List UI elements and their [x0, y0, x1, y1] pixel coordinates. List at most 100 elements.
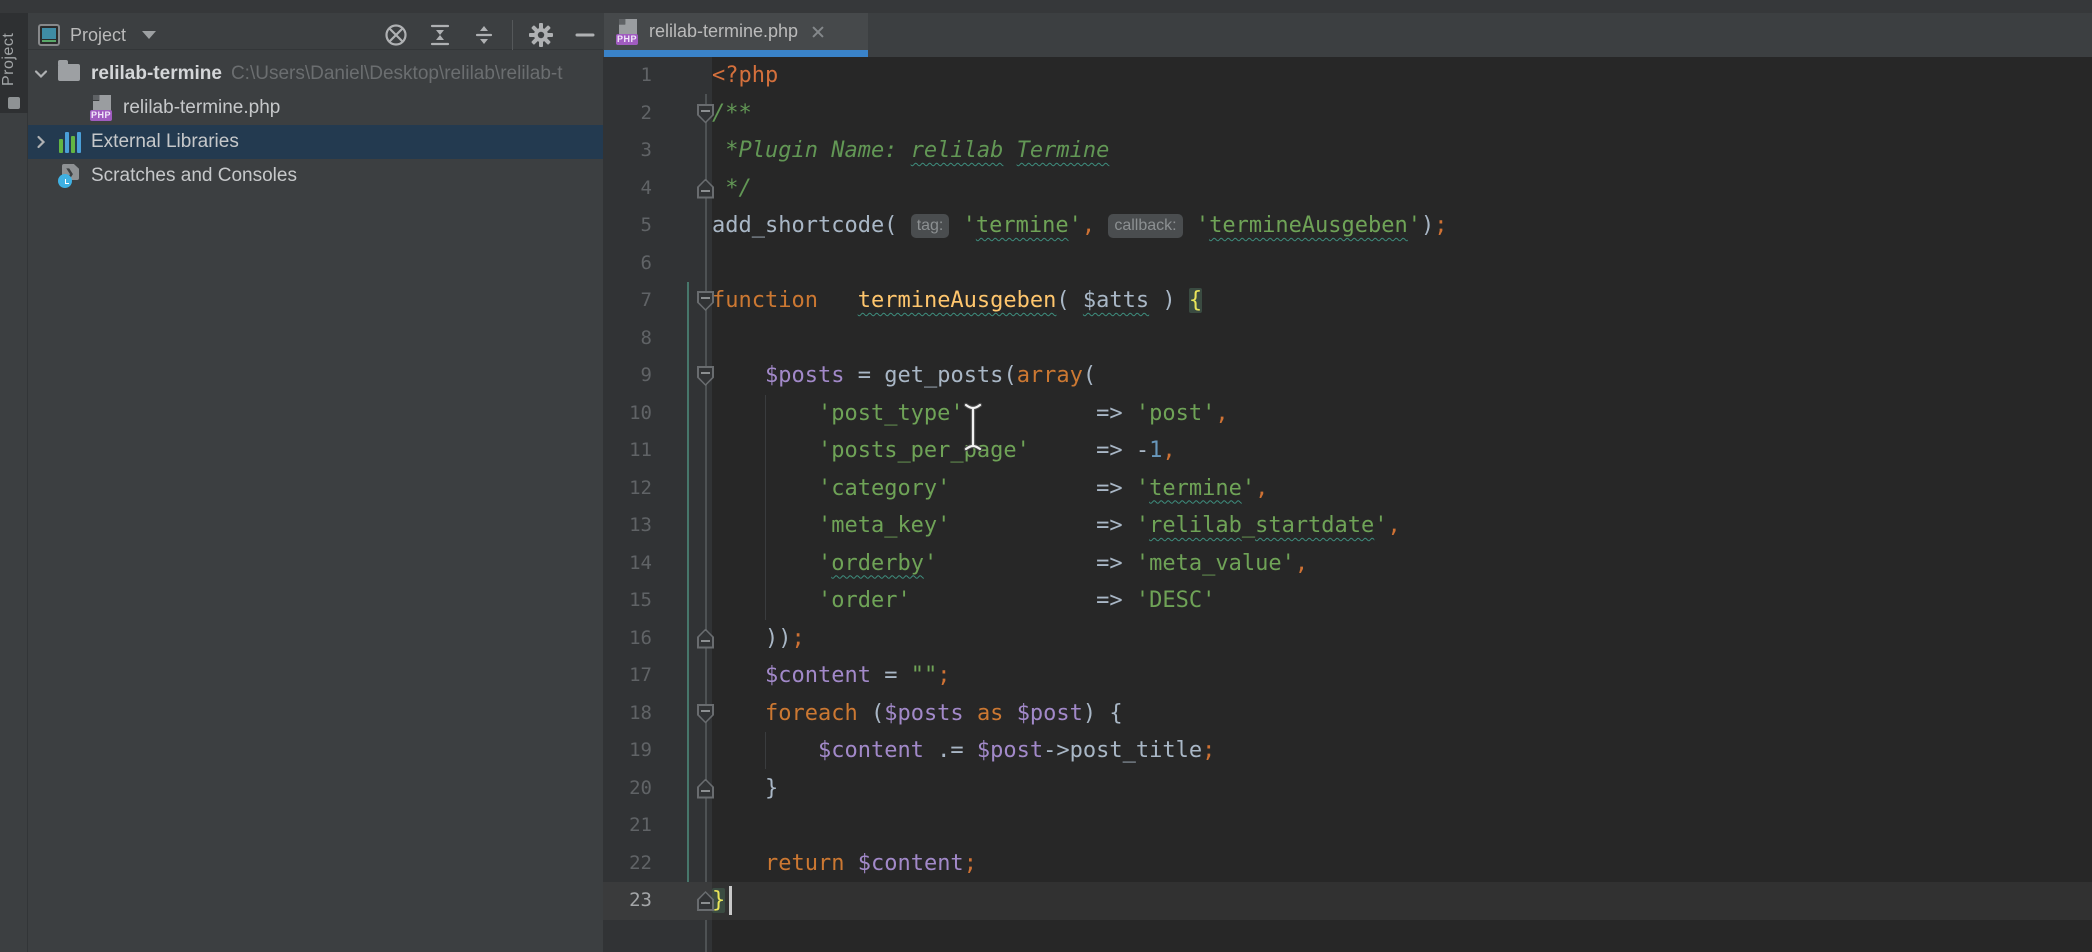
code-line-20[interactable]: 20 }	[603, 770, 2092, 808]
tree-item-label: Scratches and Consoles	[91, 165, 297, 187]
tree-item-label: External Libraries	[91, 131, 239, 153]
code-line-7[interactable]: 7function termineAusgeben( $atts ) {	[603, 282, 2092, 320]
collapse-all-icon[interactable]	[469, 20, 499, 50]
ide-window: Project	[0, 0, 2092, 952]
title-bar	[0, 0, 2092, 13]
code-text: add_shortcode( tag: 'termine', callback:…	[712, 207, 2092, 245]
code-text: 'order' => 'DESC'	[712, 582, 2092, 620]
fold-marker[interactable]	[697, 891, 714, 911]
library-icon	[58, 129, 82, 155]
fold-marker[interactable]	[697, 704, 714, 724]
line-number: 20	[603, 770, 712, 808]
fold-marker[interactable]	[697, 366, 714, 386]
close-icon[interactable]	[811, 25, 825, 39]
text-caret	[729, 886, 732, 915]
code-line-4[interactable]: 4 */	[603, 170, 2092, 208]
code-line-19[interactable]: 19 $content .= $post->post_title;	[603, 732, 2092, 770]
code-line-5[interactable]: 5add_shortcode( tag: 'termine', callback…	[603, 207, 2092, 245]
code-line-14[interactable]: 14 'orderby' => 'meta_value',	[603, 545, 2092, 583]
code-line-18[interactable]: 18 foreach ($posts as $post) {	[603, 695, 2092, 733]
tree-item-label: relilab-termine.php	[123, 97, 280, 119]
stripe-project-label: Project	[0, 21, 28, 97]
code-line-12[interactable]: 12 'category' => 'termine',	[603, 470, 2092, 508]
code-text: $posts = get_posts(array(	[712, 357, 2092, 395]
locate-file-icon[interactable]	[381, 20, 411, 50]
tool-window-icon	[8, 97, 20, 109]
code-line-8[interactable]: 8	[603, 320, 2092, 358]
php-file-icon: PHP	[616, 19, 640, 45]
tool-window-stripe: Project	[0, 0, 28, 952]
code-line-23[interactable]: 23}	[603, 882, 2092, 920]
hide-panel-icon[interactable]	[570, 20, 600, 50]
line-number: 15	[603, 582, 712, 620]
line-number: 7	[603, 282, 712, 320]
fold-marker[interactable]	[697, 779, 714, 799]
folder-icon	[58, 61, 82, 87]
code-line-1[interactable]: 1<?php	[603, 57, 2092, 95]
line-number: 10	[603, 395, 712, 433]
code-text	[712, 245, 2092, 283]
code-line-2[interactable]: 2/**	[603, 95, 2092, 133]
chevron-down-icon[interactable]	[32, 65, 50, 83]
code-text: }	[712, 770, 2092, 808]
fold-marker[interactable]	[697, 179, 714, 199]
fold-marker[interactable]	[697, 291, 714, 311]
code-line-17[interactable]: 17 $content = "";	[603, 657, 2092, 695]
code-line-11[interactable]: 11 'posts_per_page' => -1,	[603, 432, 2092, 470]
code-line-6[interactable]: 6	[603, 245, 2092, 283]
project-view-icon	[38, 24, 60, 46]
code-editor[interactable]: 1<?php2/**3 *Plugin Name: relilab Termin…	[603, 57, 2092, 952]
code-lines: 1<?php2/**3 *Plugin Name: relilab Termin…	[603, 57, 2092, 920]
project-view-selector[interactable]: Project	[38, 17, 156, 53]
tree-item-scratches-and-consoles[interactable]: ❯ Scratches and Consoles	[28, 159, 603, 193]
line-number: 8	[603, 320, 712, 358]
code-text: return $content;	[712, 845, 2092, 883]
fold-marker[interactable]	[697, 629, 714, 649]
code-text: function termineAusgeben( $atts ) {	[712, 282, 2092, 320]
parameter-hint: tag:	[911, 214, 950, 238]
expand-all-icon[interactable]	[425, 20, 455, 50]
code-text: *Plugin Name: relilab Termine	[712, 132, 2092, 170]
line-number: 14	[603, 545, 712, 583]
chevron-right-icon[interactable]	[32, 133, 50, 151]
toolbar-divider	[512, 20, 513, 50]
tree-item-path: C:\Users\Daniel\Desktop\relilab\relilab-…	[231, 63, 563, 85]
code-line-16[interactable]: 16 ));	[603, 620, 2092, 658]
code-line-13[interactable]: 13 'meta_key' => 'relilab_startdate',	[603, 507, 2092, 545]
tool-window-button-project[interactable]: Project	[0, 13, 28, 113]
code-line-9[interactable]: 9 $posts = get_posts(array(	[603, 357, 2092, 395]
code-line-21[interactable]: 21	[603, 807, 2092, 845]
code-text	[712, 807, 2092, 845]
code-line-22[interactable]: 22 return $content;	[603, 845, 2092, 883]
tree-item-relilab-termine[interactable]: relilab-termineC:\Users\Daniel\Desktop\r…	[28, 57, 603, 91]
line-number: 12	[603, 470, 712, 508]
code-line-3[interactable]: 3 *Plugin Name: relilab Termine	[603, 132, 2092, 170]
tab-filename: relilab-termine.php	[649, 21, 798, 42]
tree-item-relilab-termine-php[interactable]: PHP relilab-termine.php	[28, 91, 603, 125]
code-text: <?php	[712, 57, 2092, 95]
code-text: 'post_type' => 'post',	[712, 395, 2092, 433]
code-text: ));	[712, 620, 2092, 658]
line-number: 2	[603, 95, 712, 133]
scratch-console-icon: ❯	[58, 163, 82, 189]
code-text	[712, 320, 2092, 358]
line-number: 5	[603, 207, 712, 245]
editor-tab[interactable]: PHP relilab-termine.php	[604, 13, 868, 50]
gear-icon[interactable]	[526, 20, 556, 50]
fold-marker[interactable]	[697, 104, 714, 124]
php-file-icon: PHP	[90, 95, 114, 121]
code-line-10[interactable]: 10 'post_type' => 'post',	[603, 395, 2092, 433]
tree-item-external-libraries[interactable]: External Libraries	[28, 125, 603, 159]
line-number: 22	[603, 845, 712, 883]
line-number: 13	[603, 507, 712, 545]
code-text: 'category' => 'termine',	[712, 470, 2092, 508]
project-toolbar	[374, 13, 607, 57]
line-number: 21	[603, 807, 712, 845]
code-text: foreach ($posts as $post) {	[712, 695, 2092, 733]
line-number: 19	[603, 732, 712, 770]
code-text: 'meta_key' => 'relilab_startdate',	[712, 507, 2092, 545]
active-tab-underline	[604, 50, 868, 57]
code-line-15[interactable]: 15 'order' => 'DESC'	[603, 582, 2092, 620]
line-number: 11	[603, 432, 712, 470]
line-number: 1	[603, 57, 712, 95]
